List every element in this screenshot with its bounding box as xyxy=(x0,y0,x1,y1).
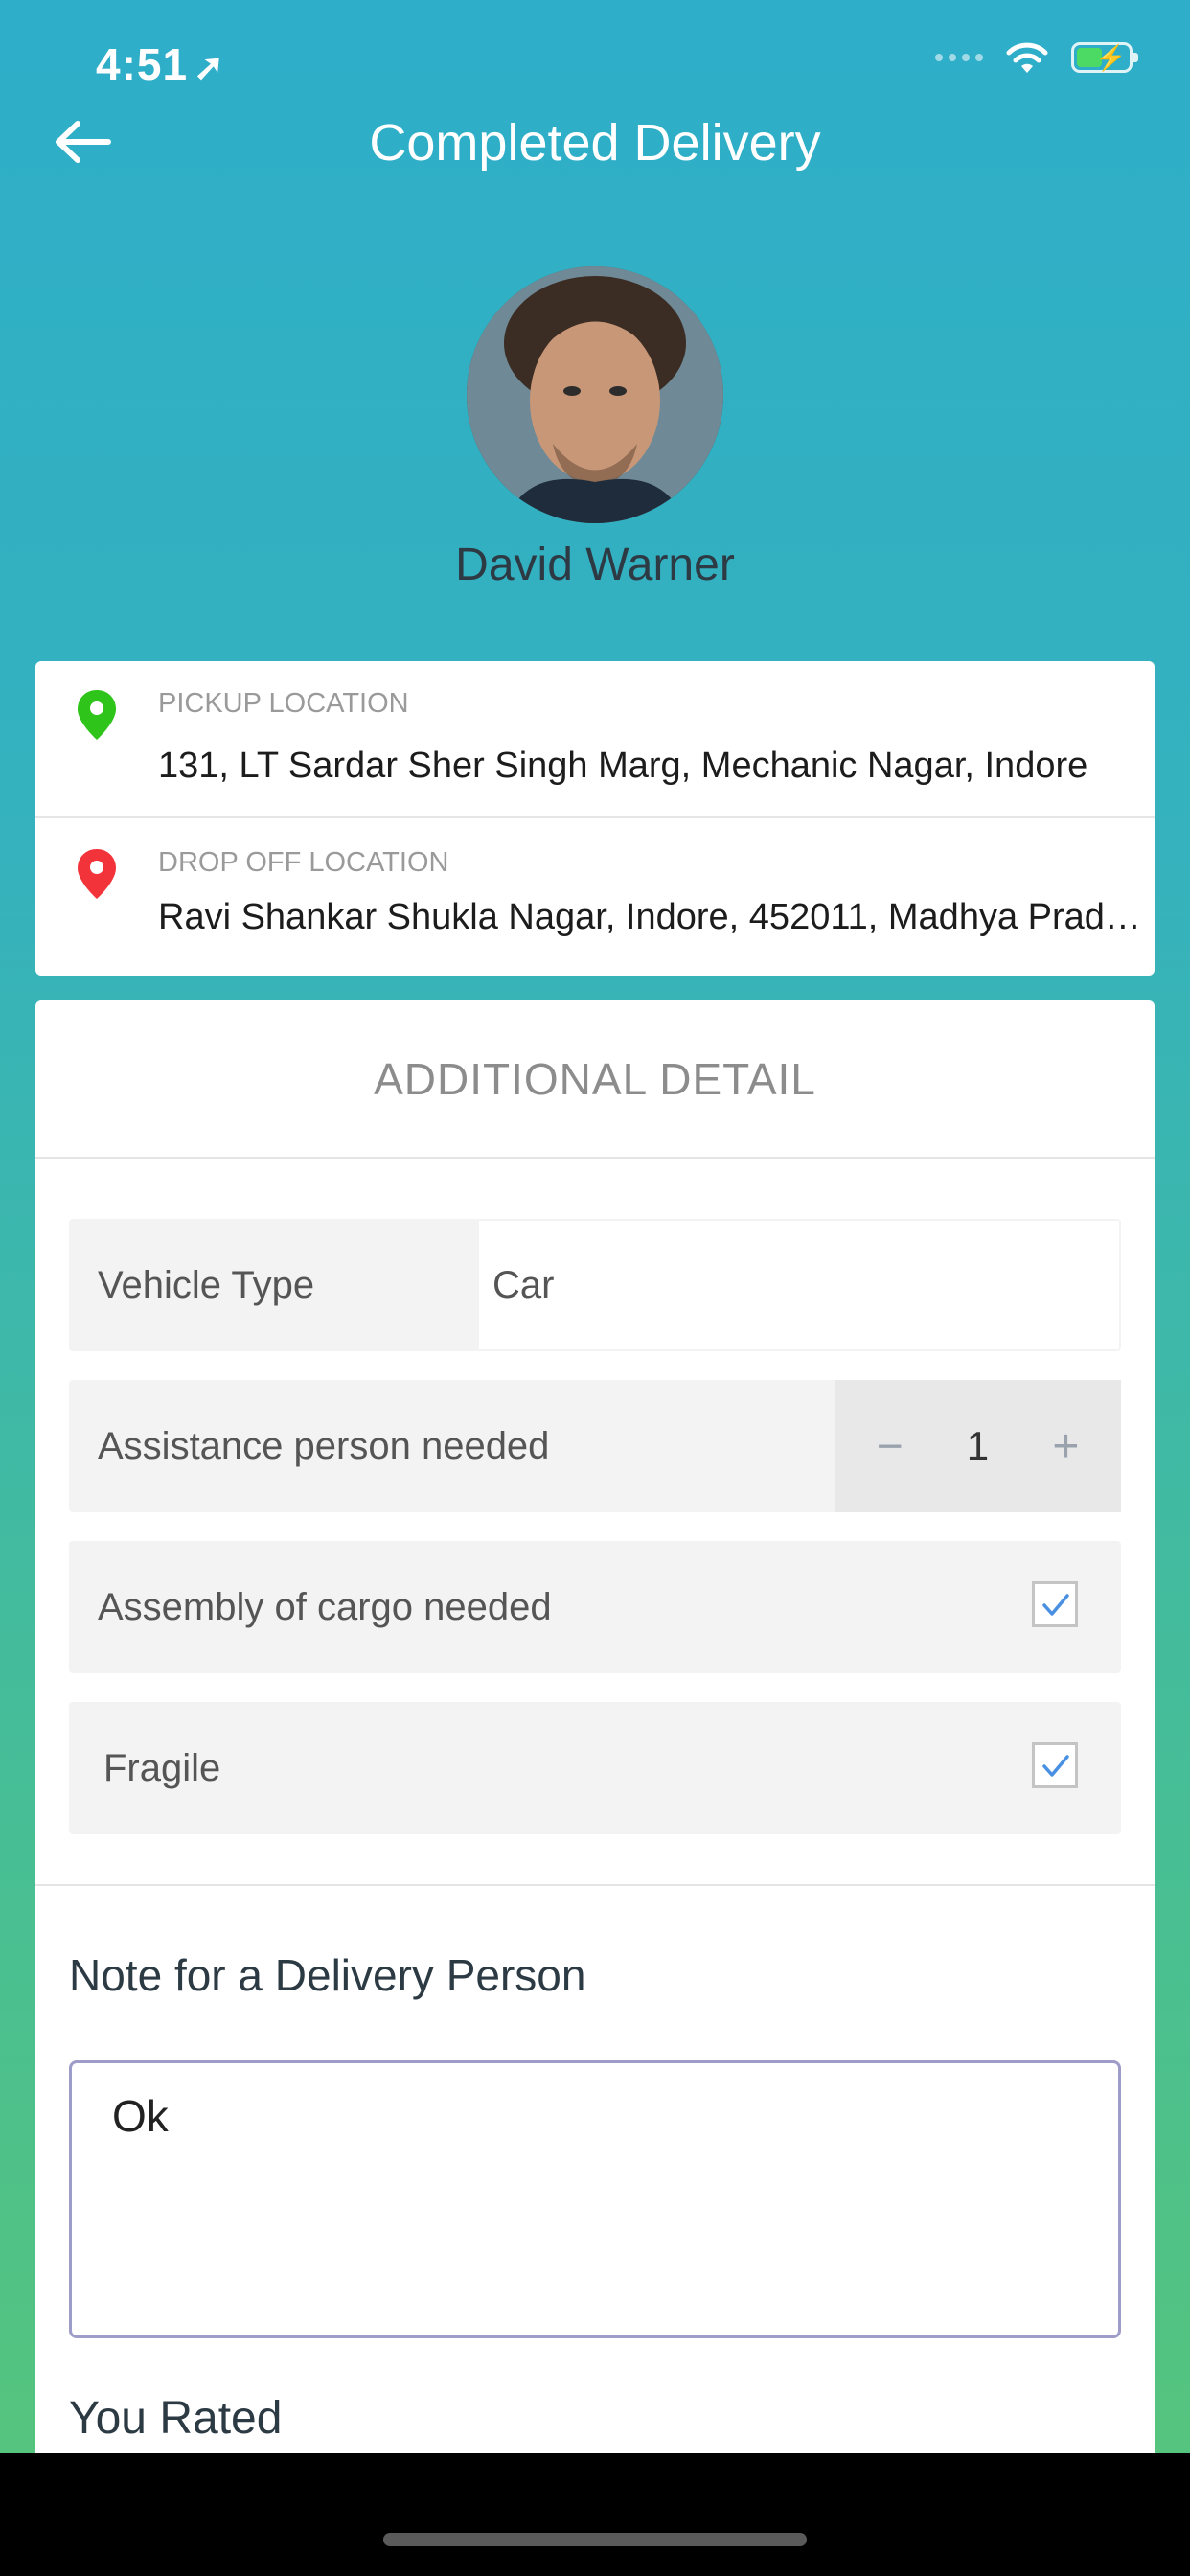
pickup-label: PICKUP LOCATION xyxy=(158,688,409,719)
assembly-checkbox[interactable] xyxy=(1032,1581,1078,1627)
location-card: PICKUP LOCATION 131, LT Sardar Sher Sing… xyxy=(35,661,1155,976)
decrement-button[interactable]: − xyxy=(857,1420,924,1473)
increment-button[interactable]: + xyxy=(1032,1420,1099,1473)
screen: 4:51 ➚ ⚡ Completed Delivery David Warner… xyxy=(0,0,1190,2453)
page-title: Completed Delivery xyxy=(369,114,821,172)
home-indicator[interactable] xyxy=(383,2533,807,2546)
note-label: Note for a Delivery Person xyxy=(69,1950,586,2000)
dropoff-value: Ravi Shankar Shukla Nagar, Indore, 45201… xyxy=(158,897,1155,937)
status-time: 4:51 ➚ xyxy=(96,39,225,89)
map-pin-red-icon xyxy=(78,849,116,899)
vehicle-type-field[interactable]: Car xyxy=(479,1221,1119,1349)
assembly-row: Assembly of cargo needed xyxy=(69,1541,1121,1673)
you-rated-label: You Rated xyxy=(69,2393,283,2444)
location-arrow-icon: ➚ xyxy=(194,48,225,88)
pickup-value: 131, LT Sardar Sher Singh Marg, Mechanic… xyxy=(158,746,1088,786)
fragile-label: Fragile xyxy=(103,1746,221,1789)
note-text: Ok xyxy=(112,2091,169,2141)
status-icons: ⚡ xyxy=(935,40,1138,75)
avatar xyxy=(467,266,723,523)
assistance-row: Assistance person needed − 1 + xyxy=(69,1380,1121,1512)
fragile-row: Fragile xyxy=(69,1702,1121,1834)
vehicle-type-label: Vehicle Type xyxy=(98,1263,315,1306)
checkmark-icon xyxy=(1042,1594,1069,1616)
fragile-checkbox[interactable] xyxy=(1032,1742,1078,1788)
checkmark-icon xyxy=(1042,1755,1069,1777)
additional-detail-title: ADDITIONAL DETAIL xyxy=(35,1000,1155,1159)
pickup-row[interactable]: PICKUP LOCATION 131, LT Sardar Sher Sing… xyxy=(35,661,1155,818)
assistance-stepper: − 1 + xyxy=(835,1380,1121,1512)
assembly-label: Assembly of cargo needed xyxy=(98,1585,552,1628)
dropoff-row[interactable]: DROP OFF LOCATION Ravi Shankar Shukla Na… xyxy=(35,820,1155,978)
note-textarea[interactable]: Ok xyxy=(69,2060,1121,2338)
vehicle-type-row: Vehicle Type Car xyxy=(69,1219,1121,1351)
dropoff-label: DROP OFF LOCATION xyxy=(158,847,449,878)
map-pin-green-icon xyxy=(78,690,116,740)
signal-icon xyxy=(935,54,983,61)
wifi-icon xyxy=(1006,42,1048,73)
assistance-count: 1 xyxy=(966,1423,990,1468)
assistance-label: Assistance person needed xyxy=(98,1424,550,1467)
battery-icon: ⚡ xyxy=(1071,42,1138,73)
additional-detail-card: ADDITIONAL DETAIL Vehicle Type Car Assis… xyxy=(35,1000,1155,2453)
divider xyxy=(35,1884,1155,1886)
user-name: David Warner xyxy=(455,540,735,590)
